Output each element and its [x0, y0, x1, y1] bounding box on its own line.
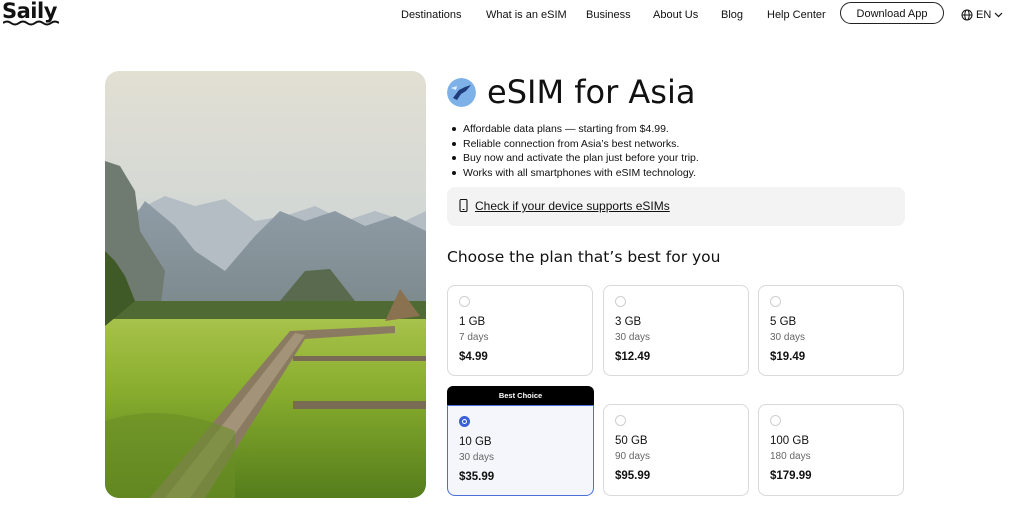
nav-about-us[interactable]: About Us [653, 7, 698, 23]
plan-data: 1 GB [459, 316, 486, 328]
plan-data: 10 GB [459, 436, 492, 448]
plan-radio[interactable] [459, 296, 470, 307]
chevron-down-icon [994, 12, 1003, 18]
phone-icon [459, 199, 468, 212]
nav-blog[interactable]: Blog [721, 7, 743, 23]
plan-data: 5 GB [770, 316, 797, 328]
language-label: EN [976, 9, 992, 21]
plan-data: 100 GB [770, 435, 809, 447]
plan-radio[interactable] [770, 415, 781, 426]
hero-image [105, 71, 426, 498]
saily-logo[interactable]: Saily [2, 0, 62, 28]
plan-card-5gb[interactable]: 5 GB 30 days $19.49 [758, 285, 904, 376]
check-device-link[interactable]: Check if your device supports eSIMs [475, 199, 670, 214]
plan-data: 50 GB [615, 435, 648, 447]
nav-destinations[interactable]: Destinations [401, 7, 462, 23]
plan-duration: 7 days [459, 332, 489, 343]
nav-help-center[interactable]: Help Center [767, 7, 826, 23]
plan-data: 3 GB [615, 316, 642, 328]
globe-icon [961, 9, 973, 21]
plan-card-100gb[interactable]: 100 GB 180 days $179.99 [758, 404, 904, 496]
language-selector[interactable]: EN [961, 7, 1003, 23]
feature-list: Affordable data plans — starting from $4… [452, 122, 699, 181]
plans-heading: Choose the plan that’s best for you [447, 248, 721, 266]
asia-region-icon [447, 78, 476, 107]
page-title: eSIM for Asia [487, 73, 696, 111]
plan-duration: 30 days [615, 332, 651, 343]
feature-item: Buy now and activate the plan just befor… [452, 152, 699, 164]
download-app-button[interactable]: Download App [840, 2, 944, 24]
best-choice-badge: Best Choice [447, 386, 594, 405]
plan-duration: 30 days [459, 452, 495, 463]
plan-price: $19.49 [770, 351, 806, 363]
plan-radio[interactable] [615, 415, 626, 426]
plan-card-1gb[interactable]: 1 GB 7 days $4.99 [447, 285, 593, 376]
nav-business[interactable]: Business [586, 7, 631, 23]
plan-card-3gb[interactable]: 3 GB 30 days $12.49 [603, 285, 749, 376]
plan-price: $95.99 [615, 470, 651, 482]
plan-duration: 180 days [770, 451, 811, 462]
brand-name: Saily [2, 0, 57, 23]
plan-radio[interactable] [770, 296, 781, 307]
plan-card-50gb[interactable]: 50 GB 90 days $95.99 [603, 404, 749, 496]
plan-duration: 30 days [770, 332, 806, 343]
feature-item: Affordable data plans — starting from $4… [452, 122, 699, 137]
plan-price: $12.49 [615, 351, 651, 363]
plan-price: $35.99 [459, 471, 495, 483]
plan-radio-selected[interactable] [459, 416, 470, 427]
plan-duration: 90 days [615, 451, 651, 462]
plan-radio[interactable] [615, 296, 626, 307]
plan-card-10gb[interactable]: 10 GB 30 days $35.99 [447, 405, 594, 496]
feature-item: Reliable connection from Asia’s best net… [452, 137, 699, 152]
nav-what-is-esim[interactable]: What is an eSIM [486, 7, 567, 23]
logo-wave-icon [3, 20, 59, 26]
feature-item: Works with all smartphones with eSIM tec… [452, 166, 699, 181]
plan-price: $179.99 [770, 470, 812, 482]
plan-price: $4.99 [459, 351, 488, 363]
